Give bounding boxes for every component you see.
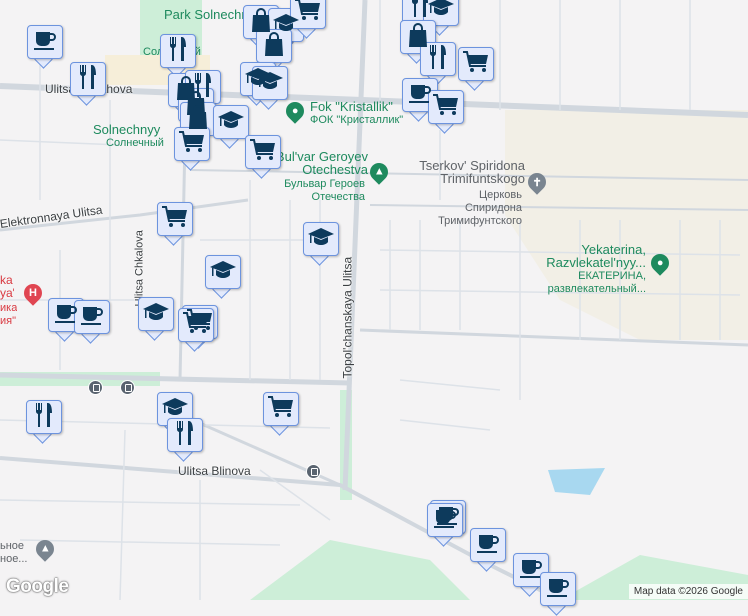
cart-icon	[267, 395, 295, 424]
grad-marker[interactable]	[303, 222, 339, 266]
poi-hospital[interactable]: ka ya"	[0, 274, 14, 300]
map-attribution[interactable]: Map data ©2026 Google	[628, 584, 748, 599]
marker-box	[178, 308, 214, 342]
poi-school-ru[interactable]: ьное ное...	[0, 540, 30, 566]
bag-icon	[263, 31, 285, 62]
poi-hospital-ru: ика ия"	[0, 302, 17, 327]
marker-box	[27, 25, 63, 59]
grad-icon	[217, 109, 245, 136]
street-label-blinova: Ulitsa Blinova	[178, 464, 251, 478]
poi-tserkov-ru: Церковь Спиридона Тримифунтского	[438, 189, 522, 227]
park-label[interactable]: Park Solnechnyy	[164, 8, 262, 21]
cup-marker[interactable]	[470, 528, 506, 572]
cart-marker[interactable]	[263, 392, 299, 436]
poi-yekaterina[interactable]: Yekaterina, Razvlekatel'nyy...	[540, 243, 646, 269]
cart-icon	[182, 311, 210, 340]
grad-marker[interactable]	[138, 297, 174, 341]
marker-box	[74, 300, 110, 334]
cart-marker[interactable]	[178, 308, 214, 352]
cup-marker[interactable]	[74, 300, 110, 344]
fork-marker[interactable]	[26, 400, 62, 444]
fork-icon	[427, 44, 449, 75]
poi-fok-kristallik[interactable]: Fok "Kristallik"	[310, 100, 393, 113]
poi-solnechnyy[interactable]: Solnechnyy	[93, 123, 160, 136]
cart-icon	[178, 130, 206, 159]
bus-stop-icon[interactable]	[120, 380, 135, 395]
poi-yekaterina-ru: ЕКАТЕРИНА, развлекательный...	[547, 270, 646, 295]
grad-icon	[142, 301, 170, 328]
fork-marker[interactable]	[167, 418, 203, 462]
grad-marker[interactable]	[252, 66, 288, 110]
fork-icon	[77, 64, 99, 95]
cup-icon	[546, 576, 570, 603]
google-logo: Google	[6, 576, 69, 597]
cart-icon	[432, 93, 460, 122]
cup-icon	[433, 507, 457, 534]
grad-icon	[209, 259, 237, 286]
marker-box	[26, 400, 62, 434]
marker-box	[157, 202, 193, 236]
street-label-chkalova: Ulitsa Chkalova	[133, 230, 146, 307]
cart-icon	[161, 205, 189, 234]
fork-marker[interactable]	[70, 62, 106, 106]
poi-solnechnyy-ru: Солнечный	[106, 137, 164, 149]
grad-marker[interactable]	[205, 255, 241, 299]
poi-tserkov[interactable]: Tserkov' Spiridona Trimifuntskogo	[405, 159, 525, 185]
fork-icon	[167, 36, 189, 67]
marker-box	[428, 90, 464, 124]
grad-icon	[307, 226, 335, 253]
cart-icon	[462, 50, 490, 79]
fork-icon	[174, 420, 196, 451]
marker-box	[303, 222, 339, 256]
cup-marker[interactable]	[27, 25, 63, 69]
marker-box	[174, 127, 210, 161]
cart-marker[interactable]	[245, 135, 281, 179]
marker-box	[540, 572, 576, 606]
marker-box	[167, 418, 203, 452]
marker-box	[252, 66, 288, 100]
grad-marker[interactable]	[213, 105, 249, 149]
bus-stop-icon[interactable]	[88, 380, 103, 395]
marker-box	[458, 47, 494, 81]
grad-icon	[256, 70, 284, 97]
cup-icon	[80, 304, 104, 331]
cup-icon	[476, 532, 500, 559]
bus-stop-icon[interactable]	[306, 464, 321, 479]
cup-marker[interactable]	[540, 572, 576, 616]
cart-marker[interactable]	[428, 90, 464, 134]
cart-marker[interactable]	[157, 202, 193, 246]
cart-marker[interactable]	[174, 127, 210, 171]
marker-box	[263, 392, 299, 426]
marker-box	[213, 105, 249, 139]
cup-icon	[33, 29, 57, 56]
poi-bulvar-ru: Бульвар Героев Отечества	[284, 178, 365, 203]
cart-marker[interactable]	[458, 47, 494, 91]
marker-box	[205, 255, 241, 289]
marker-box	[245, 135, 281, 169]
fork-icon	[33, 402, 55, 433]
marker-box	[138, 297, 174, 331]
cart-icon	[249, 138, 277, 167]
street-label-topolchanskaya: Topol'chanskaya Ulitsa	[340, 256, 355, 379]
poi-fok-kristallik-ru: ФОК "Кристаллик"	[310, 114, 404, 126]
marker-box	[160, 34, 196, 68]
marker-box	[70, 62, 106, 96]
marker-box	[470, 528, 506, 562]
marker-box	[256, 29, 292, 63]
